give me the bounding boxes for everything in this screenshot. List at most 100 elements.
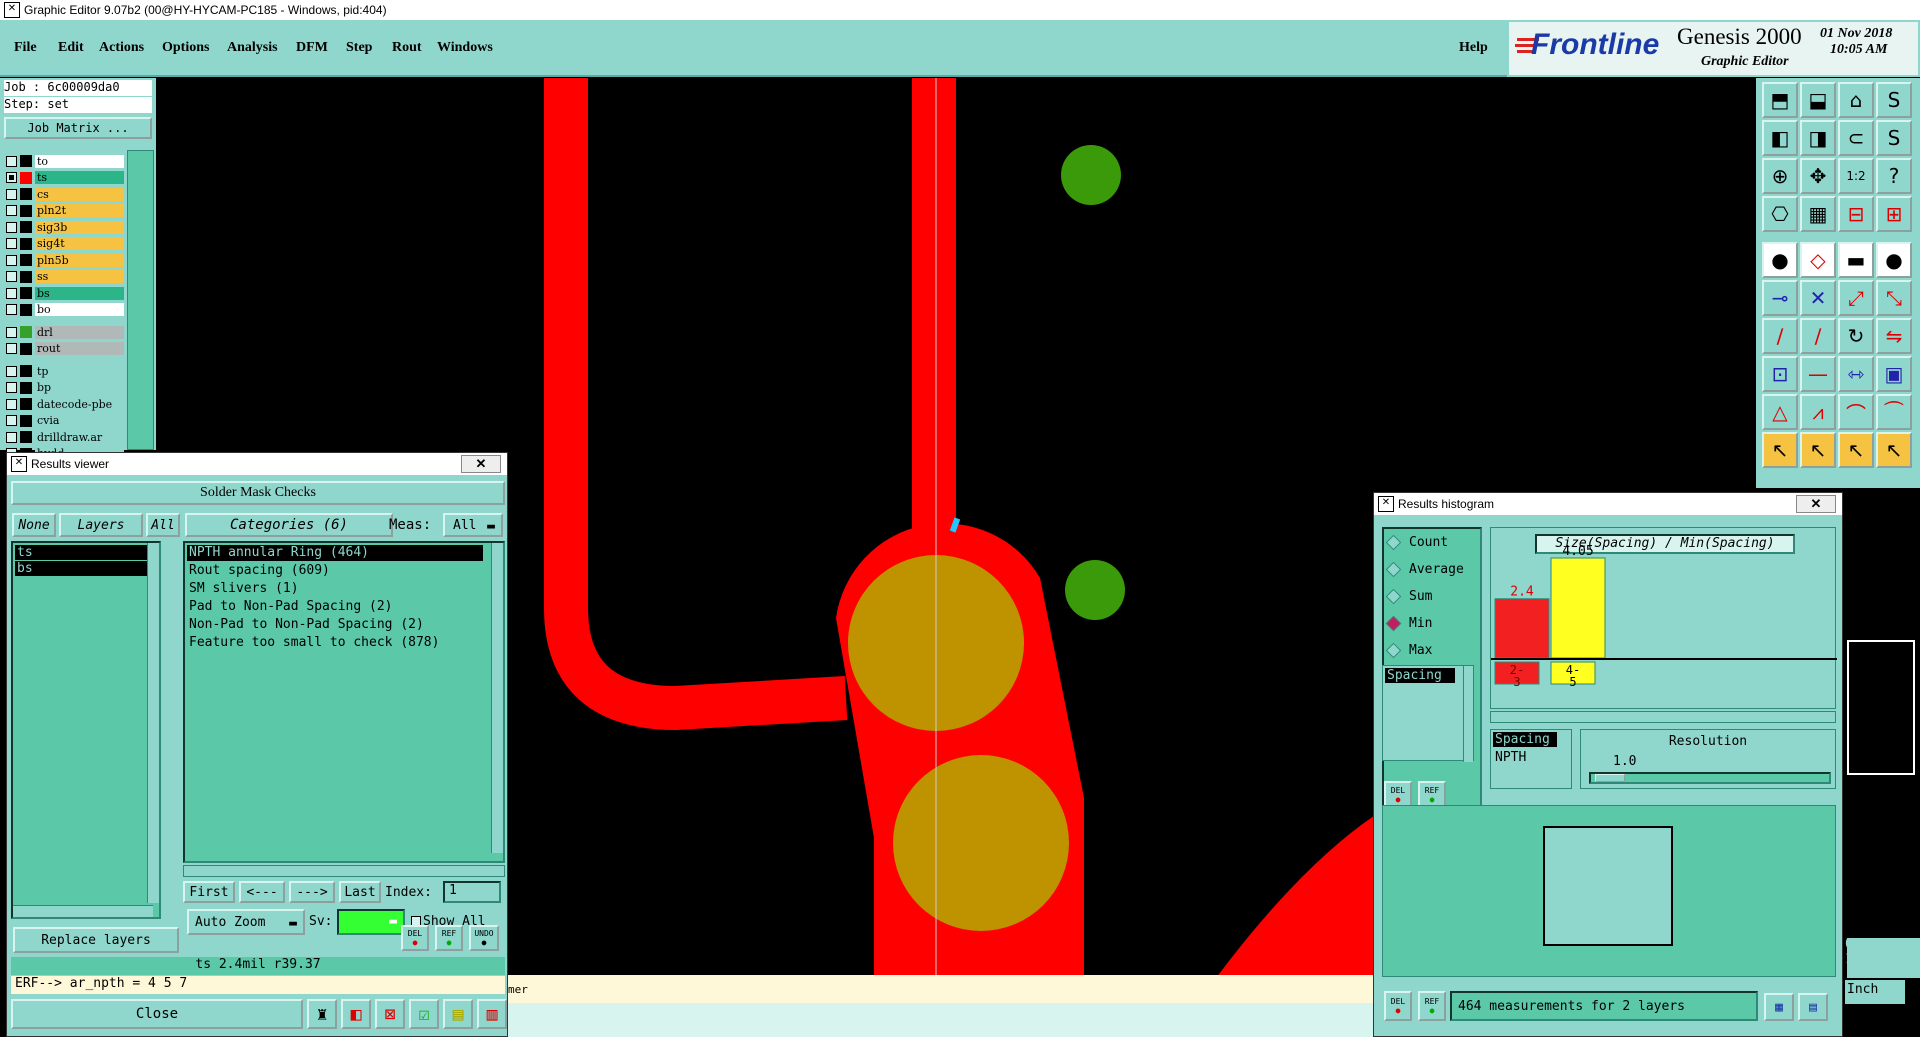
layer-checkbox[interactable] <box>6 398 17 410</box>
ref-button[interactable]: REF ● <box>1418 991 1446 1021</box>
layer-color-swatch[interactable] <box>20 221 32 233</box>
pan-icon[interactable]: ⊂ <box>1838 120 1874 156</box>
layer-color-swatch[interactable] <box>20 254 32 266</box>
layer-color-swatch[interactable] <box>20 381 32 394</box>
layer-color-swatch[interactable] <box>20 188 32 200</box>
category-item[interactable]: NPTH annular Ring (464) <box>187 545 483 561</box>
layer-checkbox[interactable] <box>6 172 17 183</box>
layer-row-datecode-pbe[interactable]: datecode-pbe <box>6 397 124 411</box>
layer-name[interactable]: drl <box>35 325 124 339</box>
resolution-slider[interactable] <box>1589 772 1831 784</box>
bar-chart-icon[interactable]: ▥ <box>477 999 507 1029</box>
flag-icon[interactable]: ◧ <box>341 999 371 1029</box>
redraw-icon[interactable]: S <box>1876 120 1912 156</box>
menu-step[interactable]: Step <box>346 40 372 56</box>
layer-name[interactable]: rout <box>35 342 124 355</box>
select-cursor-icon[interactable]: ↖ <box>1800 432 1836 468</box>
horizontal-scrollbar[interactable] <box>13 905 153 917</box>
prev-button[interactable]: <--- <box>239 881 285 903</box>
category-item[interactable]: Non-Pad to Non-Pad Spacing (2) <box>187 617 483 633</box>
layer-checkbox[interactable] <box>6 155 17 167</box>
home-icon[interactable]: ⌂ <box>1838 82 1874 118</box>
menu-dfm[interactable]: DFM <box>296 40 328 56</box>
categories-list[interactable]: NPTH annular Ring (464) Rout spacing (609… <box>183 541 505 863</box>
del-button[interactable]: DEL ● <box>1384 991 1412 1021</box>
peak-icon[interactable]: ⩘ <box>1800 394 1836 430</box>
report-icon[interactable]: ▤ <box>443 999 473 1029</box>
layer-results-list[interactable]: ts bs <box>11 541 161 919</box>
slider-thumb[interactable] <box>1595 774 1625 782</box>
layer-name[interactable]: pln5b <box>35 253 124 267</box>
layer-row-drl[interactable]: drl <box>6 325 124 339</box>
layer-checkbox[interactable] <box>6 238 17 249</box>
result-layer-item[interactable]: ts <box>15 545 147 560</box>
layer-name[interactable]: bs <box>35 286 124 300</box>
layer-name[interactable]: sig4t <box>35 237 124 250</box>
layer-color-swatch[interactable] <box>20 155 32 167</box>
list-item-npth[interactable]: NPTH <box>1495 750 1526 765</box>
layer-checkbox[interactable] <box>6 205 17 216</box>
mode-radio-count[interactable]: Count <box>1385 534 1448 551</box>
close-icon[interactable]: ✕ <box>461 455 501 473</box>
layer-checkbox[interactable] <box>6 365 17 377</box>
close-button[interactable]: Close <box>11 999 303 1029</box>
layer-row-to[interactable]: to <box>6 154 124 168</box>
layer-color-swatch[interactable] <box>20 326 32 338</box>
layer-name[interactable]: ss <box>35 270 124 283</box>
ruler-icon[interactable]: ▬ <box>1838 242 1874 278</box>
layer-checkbox[interactable] <box>6 415 17 426</box>
layer-name[interactable]: sig3b <box>35 220 124 234</box>
layer-color-swatch[interactable] <box>20 287 32 299</box>
layer-row-rout[interactable]: rout <box>6 342 124 356</box>
layer-name[interactable]: bp <box>35 381 124 394</box>
layers-button[interactable]: Layers <box>59 513 143 537</box>
spacing-list[interactable]: Spacing <box>1382 665 1474 762</box>
histogram-bar[interactable] <box>1494 598 1550 659</box>
menu-analysis[interactable]: Analysis <box>227 40 278 56</box>
triangle-icon[interactable]: △ <box>1762 394 1798 430</box>
draw-line-icon[interactable]: ∕ <box>1762 318 1798 354</box>
layer-row-bo[interactable]: bo <box>6 303 124 317</box>
select-icon[interactable]: ↖ <box>1762 432 1798 468</box>
layer-row-sig4t[interactable]: sig4t <box>6 237 124 251</box>
none-button[interactable]: None <box>12 513 56 537</box>
layer-name[interactable]: datecode-pbe <box>35 397 124 411</box>
layer-color-swatch[interactable] <box>20 365 32 377</box>
next-button[interactable]: ---> <box>289 881 335 903</box>
grid-icon[interactable]: ▦ <box>1800 196 1836 232</box>
index-input[interactable]: 1 <box>443 881 501 903</box>
radio-diamond-icon[interactable] <box>1385 642 1402 659</box>
layer-name[interactable]: cs <box>35 187 124 201</box>
zoom-right-icon[interactable]: ◨ <box>1800 120 1836 156</box>
layer-row-sig3b[interactable]: sig3b <box>6 220 124 234</box>
layer-color-swatch[interactable] <box>20 414 32 427</box>
layer-color-swatch[interactable] <box>20 342 32 355</box>
layer-color-swatch[interactable] <box>20 398 32 410</box>
layer-color-swatch[interactable] <box>20 303 32 316</box>
undo-button[interactable]: UNDO ● <box>469 925 499 951</box>
erase-icon[interactable]: ⊠ <box>375 999 405 1029</box>
severity-dropdown[interactable]: ▬ <box>337 909 405 935</box>
menu-file[interactable]: File <box>14 40 37 56</box>
layer-sync-icon[interactable]: ⊟ <box>1838 196 1874 232</box>
meas-dropdown[interactable]: All ▬ <box>443 513 503 537</box>
units-button[interactable]: Inch <box>1845 980 1905 1004</box>
zoom-left-icon[interactable]: ◧ <box>1762 120 1798 156</box>
job-matrix-button[interactable]: Job Matrix ... <box>4 117 152 139</box>
open-icon[interactable]: ⬒ <box>1762 82 1798 118</box>
vertical-scrollbar[interactable] <box>147 543 159 903</box>
save-icon[interactable]: ⬓ <box>1800 82 1836 118</box>
radio-diamond-icon[interactable] <box>1385 561 1402 578</box>
mode-radio-max[interactable]: Max <box>1385 642 1432 659</box>
radio-diamond-icon[interactable] <box>1385 615 1402 632</box>
ref-button[interactable]: REF ● <box>435 925 463 951</box>
menu-rout[interactable]: Rout <box>392 40 422 56</box>
categories-hscroll[interactable] <box>183 865 505 877</box>
layer-name[interactable]: drilldraw.ar <box>35 430 124 444</box>
layer-row-bp[interactable]: bp <box>6 381 124 395</box>
group-icon[interactable]: ▣ <box>1876 356 1912 392</box>
help-icon[interactable]: ? <box>1876 158 1912 194</box>
align-icon[interactable]: ⇿ <box>1838 356 1874 392</box>
layer-color-swatch[interactable] <box>20 270 32 283</box>
category-item[interactable]: Rout spacing (609) <box>187 563 483 579</box>
